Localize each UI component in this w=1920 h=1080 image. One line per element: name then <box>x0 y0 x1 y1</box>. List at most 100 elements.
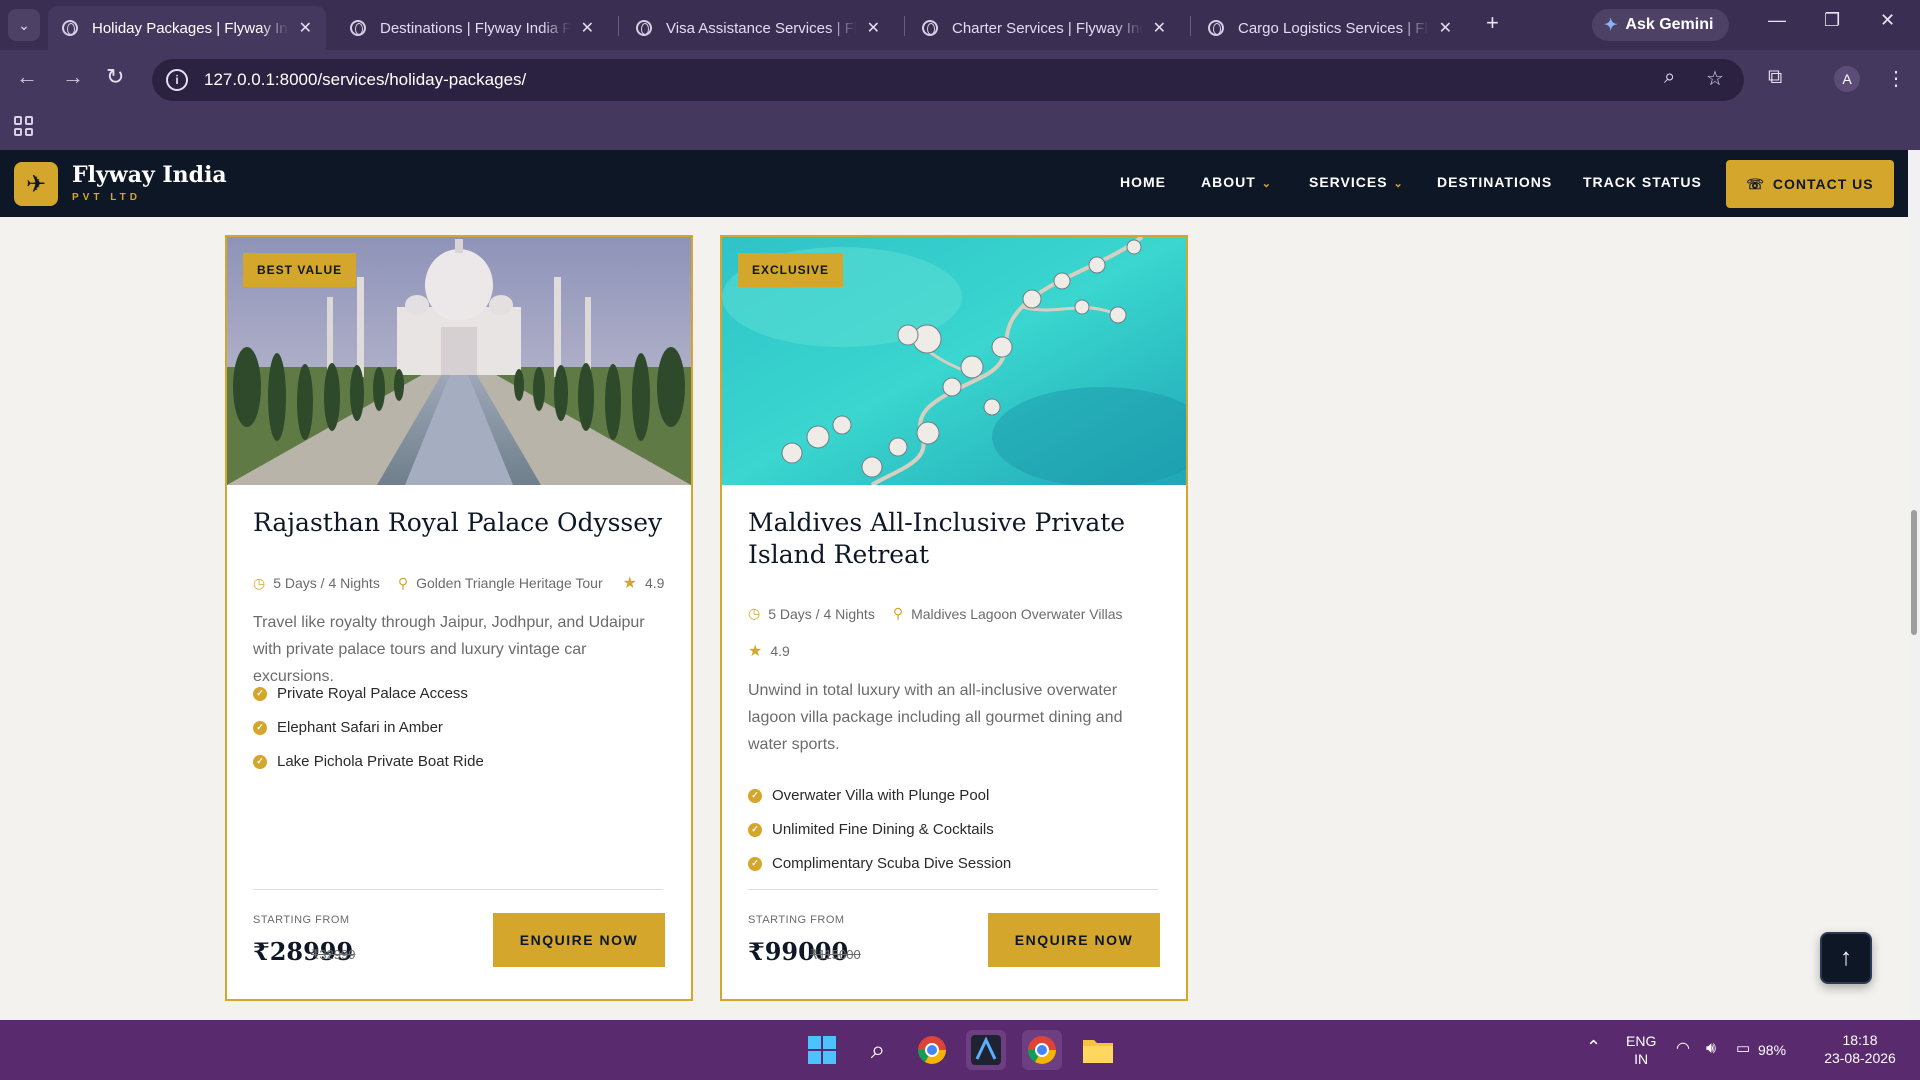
wifi-icon[interactable]: ◠ <box>1676 1040 1690 1058</box>
headset-icon: ☏ <box>1746 175 1765 192</box>
bookmark-star-icon[interactable]: ☆ <box>1706 66 1724 91</box>
site-header: ✈ Flyway India PVT LTD HOME ABOUT ⌄ SERVI… <box>0 150 1908 217</box>
volume-icon[interactable]: 🔊︎ <box>1706 1040 1716 1058</box>
feature-label: Complimentary Scuba Dive Session <box>772 855 1012 872</box>
site-info-icon[interactable]: i <box>166 69 188 91</box>
maldives-villas-image: EXCLUSIVE <box>722 237 1186 485</box>
file-explorer-icon[interactable] <box>1078 1030 1118 1070</box>
check-circle-icon: ✓ <box>253 754 267 769</box>
contact-us-label: CONTACT US <box>1772 176 1874 192</box>
tab-separator <box>1190 16 1191 36</box>
scroll-to-top-button[interactable]: ↑ <box>1820 932 1872 984</box>
clock-icon: ◷ <box>748 605 761 621</box>
language-indicator[interactable]: ENG IN <box>1626 1032 1656 1068</box>
feature-item: ✓ Private Royal Palace Access <box>253 685 468 702</box>
package-meta: ◷ 5 Days / 4 Nights ⚲ Maldives Lagoon Ov… <box>748 605 1123 622</box>
check-circle-icon: ✓ <box>253 686 267 701</box>
package-rating: 4.9 <box>644 575 665 591</box>
menu-kebab-icon[interactable]: ⋮ <box>1886 66 1906 91</box>
feature-label: Unlimited Fine Dining & Cocktails <box>772 821 994 838</box>
card-divider <box>748 889 1158 890</box>
close-icon[interactable]: ✕ <box>867 18 880 38</box>
tab-list-button[interactable]: ⌄ <box>8 9 40 41</box>
battery-icon[interactable]: ▭ <box>1736 1040 1750 1058</box>
chrome-active-icon[interactable] <box>1022 1030 1062 1070</box>
tab-cargo-logistics[interactable]: Cargo Logistics Services | Flyw ✕ <box>1194 6 1466 50</box>
tab-visa-assistance[interactable]: Visa Assistance Services | Flyw ✕ <box>622 6 894 50</box>
search-icon[interactable]: ⌕ <box>858 1030 898 1070</box>
package-location: Maldives Lagoon Overwater Villas <box>911 605 1123 622</box>
code-editor-icon[interactable] <box>966 1030 1006 1070</box>
forward-icon[interactable]: → <box>62 64 84 90</box>
contact-us-button[interactable]: ☏ CONTACT US <box>1726 160 1894 208</box>
scrollbar-thumb[interactable] <box>1911 510 1917 635</box>
globe-icon <box>1208 20 1224 36</box>
package-duration: 5 Days / 4 Nights <box>273 575 380 591</box>
close-icon[interactable]: ✕ <box>1153 18 1166 38</box>
feature-label: Private Royal Palace Access <box>277 685 468 702</box>
battery-percent: 98% <box>1758 1042 1787 1058</box>
brand-subtitle: PVT LTD <box>72 192 141 203</box>
back-icon[interactable]: ← <box>16 64 38 90</box>
packages-section: BEST VALUE Rajasthan Royal Palace Odysse… <box>0 217 1908 1020</box>
address-bar[interactable]: i 127.0.0.1:8000/services/holiday-packag… <box>152 59 1744 101</box>
feature-item: ✓ Elephant Safari in Amber <box>253 719 443 736</box>
globe-icon <box>922 20 938 36</box>
ask-gemini-button[interactable]: ✦ Ask Gemini <box>1592 9 1730 41</box>
package-description: Unwind in total luxury with an all-inclu… <box>748 682 1123 753</box>
nav-track-status[interactable]: TRACK STATUS <box>1583 174 1702 190</box>
star-icon: ★ <box>748 643 763 660</box>
arrow-up-icon: ↑ <box>1840 944 1852 971</box>
feature-label: Overwater Villa with Plunge Pool <box>772 787 990 804</box>
nav-services[interactable]: SERVICES ⌄ <box>1309 174 1404 190</box>
close-window-icon[interactable]: ✕ <box>1880 10 1895 31</box>
package-meta: ◷ 5 Days / 4 Nights ⚲ Golden Triangle He… <box>253 573 664 593</box>
package-badge: EXCLUSIVE <box>738 253 844 287</box>
enquire-now-button[interactable]: ENQUIRE NOW <box>988 913 1160 967</box>
tab-destinations[interactable]: Destinations | Flyway India Pvt ✕ <box>336 6 608 50</box>
plane-logo-icon[interactable]: ✈ <box>14 162 58 206</box>
starting-from-label: STARTING FROM <box>748 914 845 926</box>
package-location: Golden Triangle Heritage Tour <box>416 575 603 591</box>
globe-icon <box>350 20 366 36</box>
close-icon[interactable]: ✕ <box>1439 18 1452 38</box>
minimize-icon[interactable]: — <box>1768 10 1786 31</box>
clock-date: 23-08-2026 <box>1824 1050 1896 1066</box>
reload-icon[interactable]: ↻ <box>106 64 124 90</box>
nav-about[interactable]: ABOUT ⌄ <box>1201 174 1272 190</box>
feature-item: ✓ Lake Pichola Private Boat Ride <box>253 753 484 770</box>
package-title[interactable]: Rajasthan Royal Palace Odyssey <box>253 507 673 539</box>
package-rating-row: ★ 4.9 <box>748 641 790 661</box>
close-icon[interactable]: ✕ <box>299 18 312 38</box>
url-text[interactable]: 127.0.0.1:8000/services/holiday-packages… <box>204 70 526 90</box>
map-pin-icon: ⚲ <box>397 574 409 591</box>
clock-time: 18:18 <box>1842 1032 1878 1048</box>
chrome-icon[interactable] <box>912 1030 952 1070</box>
close-icon[interactable]: ✕ <box>581 18 594 38</box>
zoom-icon[interactable]: ⌕ <box>1664 66 1675 89</box>
clock[interactable]: 18:18 23-08-2026 <box>1810 1031 1910 1067</box>
tab-holiday-packages[interactable]: Holiday Packages | Flyway India ✕ <box>48 6 326 50</box>
feature-item: ✓ Complimentary Scuba Dive Session <box>748 855 1011 872</box>
apps-grid-icon[interactable] <box>14 116 34 136</box>
nav-home[interactable]: HOME <box>1120 174 1166 190</box>
card-divider <box>253 889 663 890</box>
package-title[interactable]: Maldives All-Inclusive Private Island Re… <box>748 507 1168 571</box>
tab-title: Cargo Logistics Services | Flyw <box>1238 19 1429 37</box>
profile-avatar[interactable]: A <box>1834 66 1860 92</box>
restore-icon[interactable]: ❐ <box>1824 10 1840 31</box>
show-hidden-icons-chevron[interactable]: ⌃ <box>1586 1038 1601 1056</box>
extensions-icon[interactable]: ⧉ <box>1768 66 1782 89</box>
map-pin-icon: ⚲ <box>892 605 904 621</box>
brand-name[interactable]: Flyway India <box>72 162 227 188</box>
windows-start-icon[interactable] <box>802 1030 842 1070</box>
tab-charter-services[interactable]: Charter Services | Flyway India ✕ <box>908 6 1180 50</box>
gemini-icon: ✦ <box>1604 17 1618 34</box>
package-badge: BEST VALUE <box>243 253 357 287</box>
check-circle-icon: ✓ <box>748 822 762 837</box>
tab-title: Charter Services | Flyway India <box>952 19 1143 37</box>
new-tab-button[interactable]: + <box>1486 10 1499 36</box>
feature-label: Elephant Safari in Amber <box>277 719 443 736</box>
enquire-now-button[interactable]: ENQUIRE NOW <box>493 913 665 967</box>
nav-destinations[interactable]: DESTINATIONS <box>1437 174 1552 190</box>
